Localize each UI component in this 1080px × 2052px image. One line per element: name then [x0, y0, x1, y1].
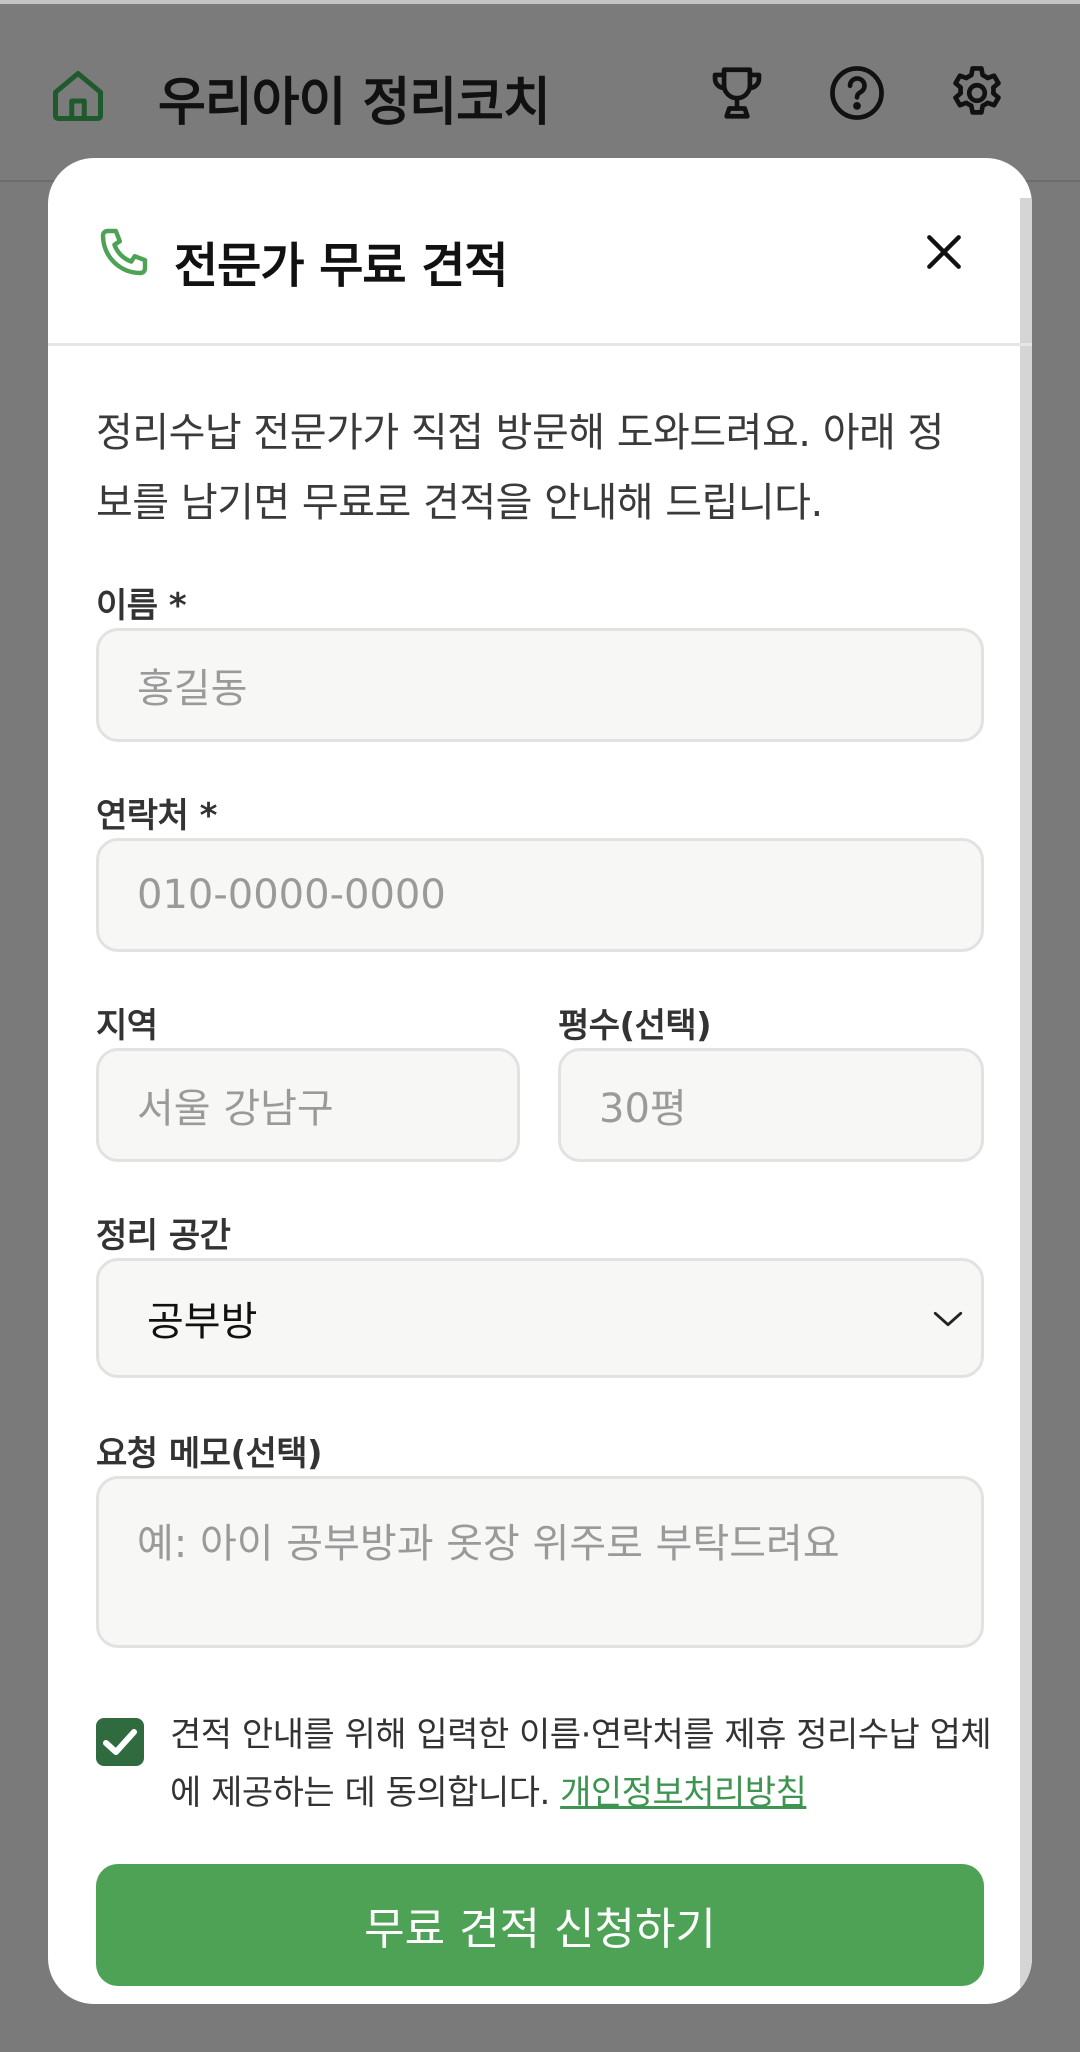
region-field[interactable]: 서울 강남구 — [96, 1048, 520, 1162]
region-placeholder: 서울 강남구 — [137, 1086, 334, 1132]
area-field[interactable]: 30평 — [558, 1048, 984, 1162]
quote-modal: 전문가 무료 견적 정리수납 전문가가 직접 방문해 도와드려요. 아래 정보를… — [48, 158, 1032, 2004]
phone-label: 연락처 * — [96, 796, 217, 836]
memo-label: 요청 메모(선택) — [96, 1434, 323, 1474]
space-label: 정리 공간 — [96, 1216, 231, 1256]
help-icon[interactable] — [826, 62, 888, 124]
phone-field[interactable]: 010-0000-0000 — [96, 838, 984, 952]
settings-icon[interactable] — [946, 62, 1008, 124]
home-icon[interactable] — [48, 66, 108, 126]
phone-icon — [100, 228, 148, 276]
trophy-icon[interactable] — [706, 62, 768, 124]
memo-textarea[interactable]: 예: 아이 공부방과 옷장 위주로 부탁드려요 — [96, 1476, 984, 1648]
name-label: 이름 * — [96, 586, 187, 626]
privacy-policy-link[interactable]: 개인정보처리방침 — [560, 1773, 807, 1813]
modal-title: 전문가 무료 견적 — [174, 238, 509, 294]
consent-text: 견적 안내를 위해 입력한 이름·연락처를 제휴 정리수납 업체에 제공하는 데… — [170, 1706, 1000, 1822]
close-icon[interactable] — [922, 230, 966, 274]
space-select[interactable]: 공부방 — [96, 1258, 984, 1378]
submit-button[interactable]: 무료 견적 신청하기 — [96, 1864, 984, 1986]
phone-placeholder: 010-0000-0000 — [137, 872, 446, 918]
space-value: 공부방 — [147, 1299, 258, 1345]
consent-checkbox[interactable] — [96, 1718, 144, 1766]
modal-scrollbar[interactable] — [1020, 198, 1032, 1988]
app-header: 우리아이 정리코치 — [0, 4, 1080, 182]
region-label: 지역 — [96, 1006, 158, 1046]
area-label: 평수(선택) — [558, 1006, 712, 1046]
name-field[interactable]: 홍길동 — [96, 628, 984, 742]
memo-placeholder: 예: 아이 공부방과 옷장 위주로 부탁드려요 — [137, 1521, 840, 1567]
area-placeholder: 30평 — [599, 1086, 687, 1132]
check-icon — [103, 1729, 137, 1755]
app-title: 우리아이 정리코치 — [158, 73, 551, 133]
modal-header: 전문가 무료 견적 — [48, 158, 1032, 346]
intro-text: 정리수납 전문가가 직접 방문해 도와드려요. 아래 정보를 남기면 무료로 견… — [96, 410, 944, 526]
name-placeholder: 홍길동 — [137, 666, 248, 712]
chevron-down-icon — [933, 1311, 963, 1327]
